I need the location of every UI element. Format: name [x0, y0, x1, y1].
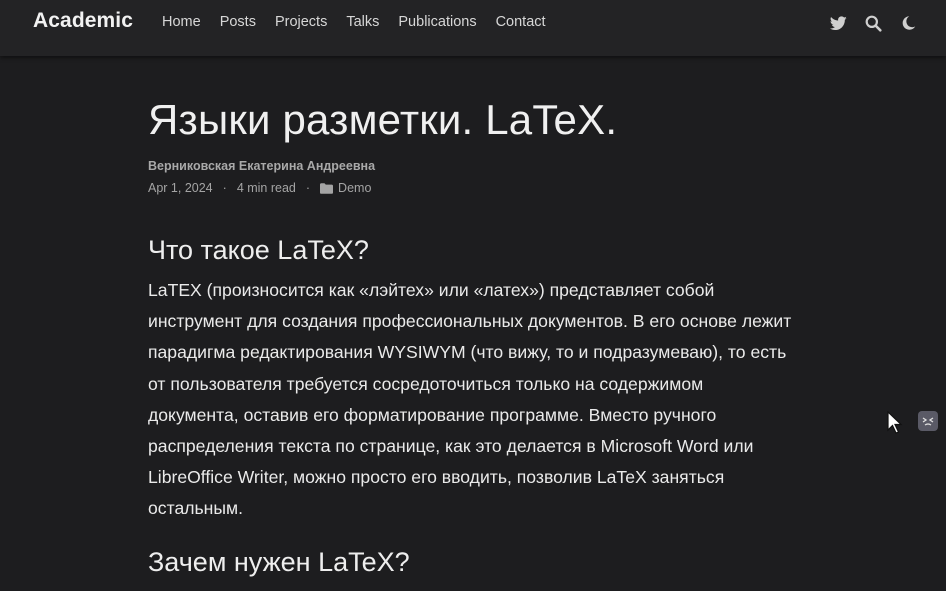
read-time: 4 min read — [236, 181, 296, 195]
nav-link-posts[interactable]: Posts — [220, 14, 256, 30]
publish-date: Apr 1, 2024 — [148, 181, 213, 195]
section-heading: Зачем нужен LaTeX? — [148, 546, 410, 577]
site-brand[interactable]: Academic — [33, 9, 133, 33]
nav-link-home[interactable]: Home — [162, 14, 201, 30]
meta-separator: · — [222, 181, 227, 195]
floating-helper-icon[interactable] — [918, 411, 938, 431]
nav-link-contact[interactable]: Contact — [496, 14, 546, 30]
page-title: Языки разметки. LaTeX. — [148, 96, 618, 143]
nav-link-publications[interactable]: Publications — [398, 14, 476, 30]
author-name[interactable]: Верниковская Екатерина Андреевна — [148, 159, 808, 173]
mouse-pointer-icon — [887, 410, 903, 440]
category-link[interactable]: Demo — [338, 181, 371, 195]
nav-link-talks[interactable]: Talks — [346, 14, 379, 30]
folder-icon — [320, 182, 334, 194]
section-heading: Что такое LaTeX? — [148, 235, 369, 265]
dark-mode-moon-icon[interactable] — [898, 13, 918, 33]
top-navbar: Academic Home Posts Projects Talks Publi… — [0, 0, 946, 56]
meta-separator: · — [305, 181, 311, 195]
article-meta: Apr 1, 2024 · 4 min read · Demo — [148, 181, 808, 195]
search-icon[interactable] — [863, 13, 883, 33]
nav-icons — [813, 13, 918, 33]
section-paragraph: LaTEX (произносится как «лэйтех» или «ла… — [148, 280, 792, 519]
nav-link-projects[interactable]: Projects — [275, 14, 327, 30]
nav-links: Home Posts Projects Talks Publications C… — [162, 14, 565, 30]
twitter-icon[interactable] — [828, 13, 848, 33]
article: Языки разметки. LaTeX. Верниковская Екат… — [148, 94, 808, 579]
